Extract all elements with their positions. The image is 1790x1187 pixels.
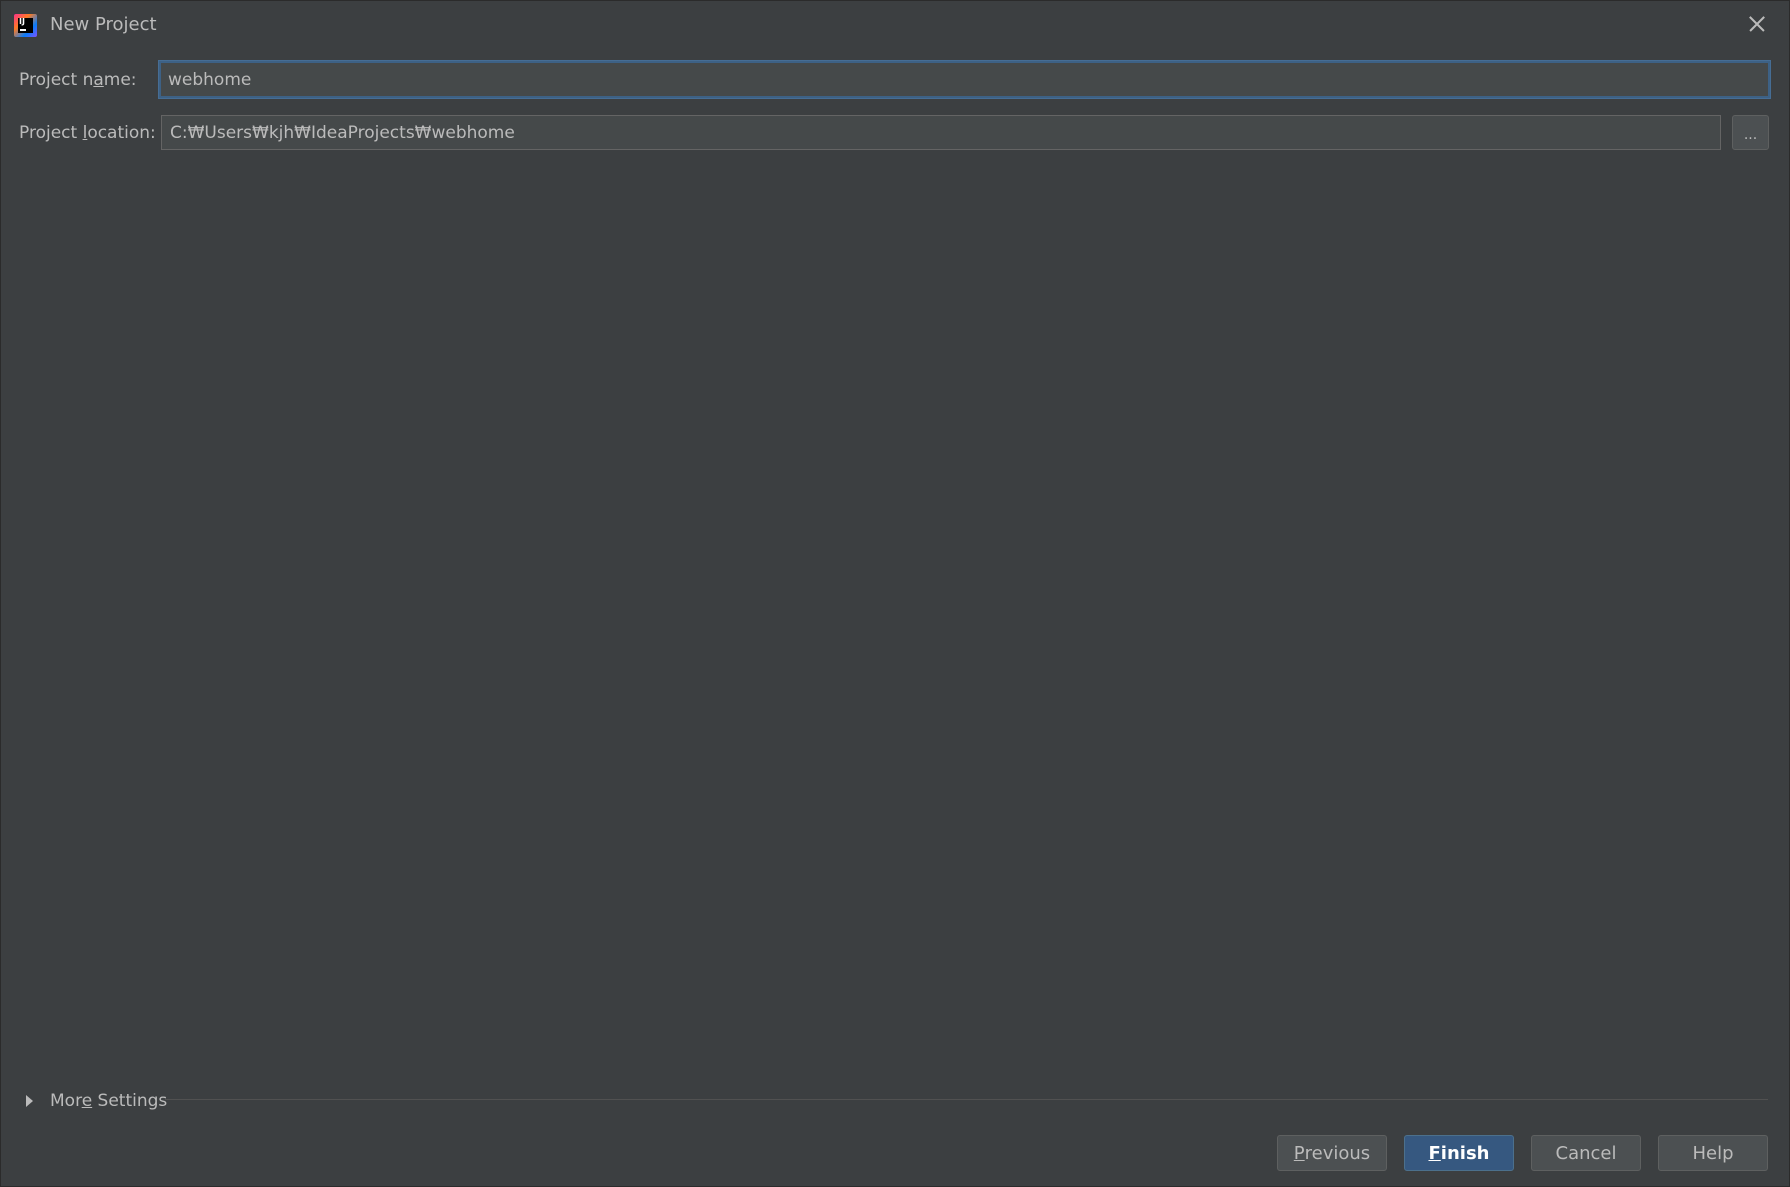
project-name-input[interactable]: webhome	[159, 61, 1770, 98]
project-location-label: Project location:	[19, 123, 156, 143]
more-settings-divider	[165, 1099, 1768, 1100]
browse-location-button[interactable]: ...	[1732, 115, 1769, 150]
intellij-idea-icon: IJ	[14, 14, 37, 37]
project-name-label: Project name:	[19, 70, 137, 90]
help-button[interactable]: Help	[1658, 1135, 1768, 1171]
project-name-value: webhome	[168, 69, 252, 90]
more-settings-label: More Settings	[50, 1091, 168, 1111]
project-location-value: C:₩Users₩kjh₩IdeaProjects₩webhome	[170, 122, 515, 143]
more-settings-toggle[interactable]: More Settings	[26, 1088, 167, 1114]
title-bar: IJ New Project	[1, 1, 1789, 51]
dialog-title: New Project	[50, 14, 157, 35]
expand-triangle-icon	[26, 1095, 33, 1107]
project-location-input[interactable]: C:₩Users₩kjh₩IdeaProjects₩webhome	[161, 115, 1721, 150]
finish-button[interactable]: Finish	[1404, 1135, 1514, 1171]
cancel-button[interactable]: Cancel	[1531, 1135, 1641, 1171]
new-project-dialog: IJ New Project Project name: webhome Pro…	[0, 0, 1790, 1187]
close-icon[interactable]	[1741, 9, 1771, 39]
previous-button[interactable]: Previous	[1277, 1135, 1387, 1171]
